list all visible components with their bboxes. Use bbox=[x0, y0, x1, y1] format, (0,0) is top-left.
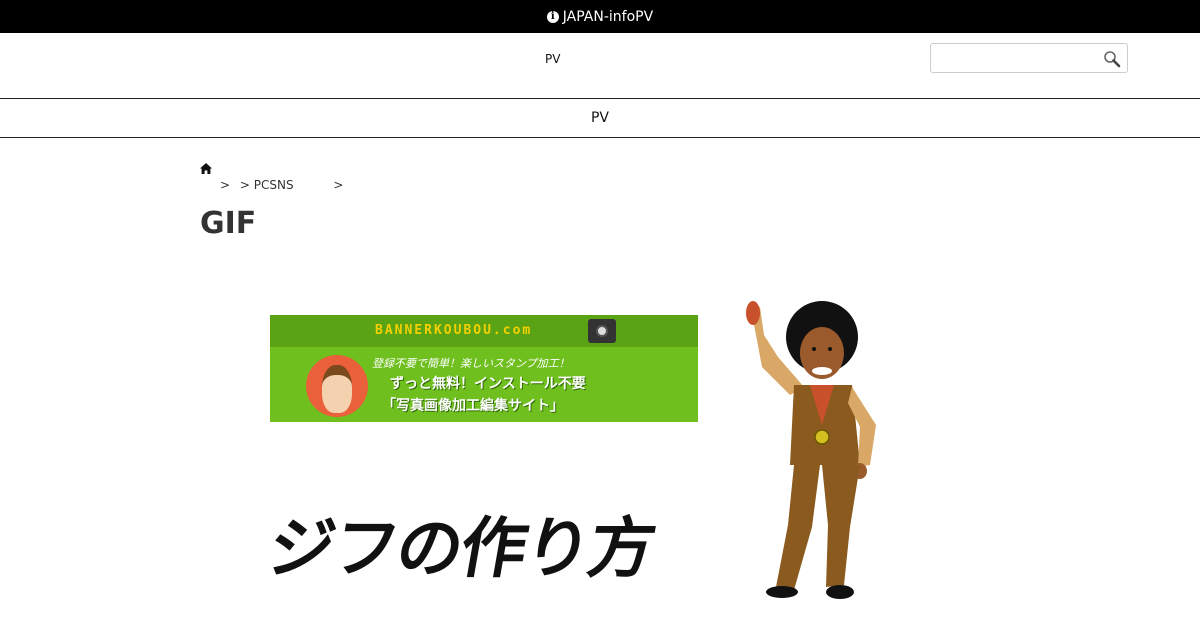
info-circle-icon: i bbox=[546, 10, 559, 23]
site-header: PV bbox=[0, 33, 1200, 98]
page-title: GIF bbox=[200, 206, 257, 241]
breadcrumb-item[interactable]: > bbox=[333, 178, 343, 192]
dancer-illustration bbox=[746, 301, 876, 599]
search-input[interactable] bbox=[935, 45, 1099, 73]
breadcrumb: > > PCSNS > bbox=[200, 163, 349, 192]
home-icon[interactable] bbox=[200, 163, 212, 174]
banner-line-2: 「写真画像加工編集サイト」 bbox=[382, 398, 564, 414]
girl-illustration bbox=[306, 355, 368, 417]
banner-brand: BANNERKOUBOU.com bbox=[375, 323, 533, 338]
global-nav: PV bbox=[0, 98, 1200, 138]
banner-ad[interactable]: BANNERKOUBOU.com 登録不要で簡単！楽しいスタンプ加工！ ずっと無… bbox=[270, 315, 698, 422]
hero-heading: ジフの作り方 bbox=[262, 510, 660, 587]
top-bar: i JAPAN-infoPV bbox=[0, 0, 1200, 33]
site-title[interactable]: PV bbox=[545, 52, 560, 66]
search-box[interactable] bbox=[930, 43, 1128, 73]
breadcrumb-item[interactable]: > bbox=[220, 178, 230, 192]
banner-tagline: 登録不要で簡単！楽しいスタンプ加工！ bbox=[372, 357, 570, 370]
breadcrumb-trail: > > PCSNS > bbox=[220, 178, 349, 192]
nav-item[interactable]: PV bbox=[591, 110, 609, 126]
banner-line-1: ずっと無料！インストール不要 bbox=[390, 376, 586, 392]
breadcrumb-item[interactable]: > PCSNS bbox=[240, 178, 294, 192]
hero-image: BANNERKOUBOU.com 登録不要で簡単！楽しいスタンプ加工！ ずっと無… bbox=[200, 280, 1000, 620]
camera-icon bbox=[588, 319, 616, 343]
top-bar-text: JAPAN-infoPV bbox=[562, 8, 654, 25]
search-icon[interactable] bbox=[1103, 50, 1121, 68]
